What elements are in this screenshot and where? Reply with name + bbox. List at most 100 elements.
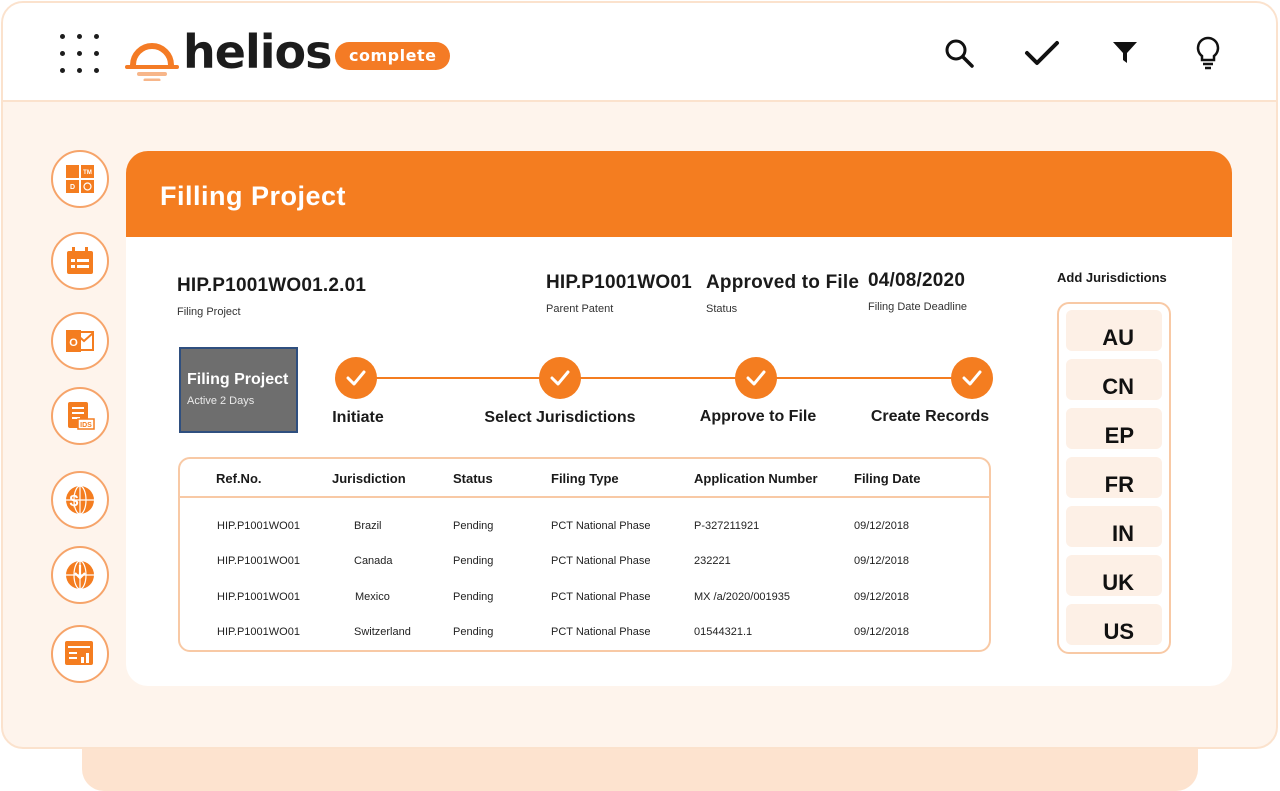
- ids-document-icon: IDS: [68, 402, 95, 430]
- cell-application-number: 232221: [694, 555, 731, 567]
- progress-line: [356, 377, 972, 379]
- cell-filing-type: PCT National Phase: [551, 626, 651, 638]
- svg-text:TM: TM: [83, 170, 92, 176]
- col-status[interactable]: Status: [453, 471, 493, 486]
- status-value: Approved to File: [706, 272, 860, 293]
- top-bar: helios complete: [3, 3, 1276, 102]
- parent-patent-label: Parent Patent: [546, 303, 614, 315]
- calendar-icon: [67, 247, 93, 274]
- jurisdictions-list: AU CN EP FR IN UK US: [1057, 302, 1171, 654]
- outlook-icon: O: [66, 330, 94, 352]
- globe-download-icon: [66, 560, 94, 590]
- table-row[interactable]: HIP.P1001WO01 Mexico Pending PCT Nationa…: [180, 583, 989, 613]
- step-jurisdictions-check-icon[interactable]: [539, 357, 581, 399]
- svg-text:D: D: [70, 184, 75, 191]
- col-filing-type[interactable]: Filing Type: [551, 471, 619, 486]
- cell-filing-type: PCT National Phase: [551, 591, 651, 603]
- filing-project-card: Filling Project HIP.P1001WO01.2.01 Filin…: [126, 151, 1232, 686]
- cell-jurisdiction: Switzerland: [354, 626, 411, 638]
- cell-filing-type: PCT National Phase: [551, 555, 651, 567]
- sidebar-item-outlook[interactable]: O: [51, 312, 109, 370]
- active-project-badge[interactable]: Filing Project Active 2 Days: [179, 347, 298, 433]
- active-duration: Active 2 Days: [187, 395, 255, 407]
- cell-status: Pending: [453, 520, 494, 532]
- report-chart-icon: [65, 641, 93, 665]
- parent-patent[interactable]: HIP.P1001WO01: [546, 272, 692, 294]
- step-records-check-icon[interactable]: [951, 357, 993, 399]
- svg-text:IDS: IDS: [80, 422, 92, 429]
- sidebar-item-calendar[interactable]: [51, 232, 109, 290]
- step-label-initiate: Initiate: [332, 409, 384, 426]
- table-row[interactable]: HIP.P1001WO01 Canada Pending PCT Nationa…: [180, 547, 989, 577]
- edition-badge: complete: [335, 42, 451, 70]
- jurisdiction-uk[interactable]: UK: [1066, 555, 1162, 596]
- cell-filing-date: 09/12/2018: [854, 591, 910, 603]
- card-header: Filling Project: [126, 151, 1232, 237]
- jurisdiction-table: Ref.No. Jurisdiction Status Filing Type …: [178, 457, 991, 652]
- cell-jurisdiction: Brazil: [354, 520, 382, 532]
- jurisdiction-us[interactable]: US: [1066, 604, 1162, 645]
- project-id-field: HIP.P1001WO01.2.01 Filing Project: [177, 275, 366, 318]
- jurisdiction-cn[interactable]: CN: [1066, 359, 1162, 400]
- cell-ref-no: HIP.P1001WO01: [217, 591, 300, 603]
- table-row[interactable]: HIP.P1001WO01 Brazil Pending PCT Nationa…: [180, 512, 989, 542]
- cell-application-number: P-327211921: [694, 520, 760, 532]
- cell-status: Pending: [453, 555, 494, 567]
- trademark-grid-icon: TM D: [66, 165, 94, 193]
- step-approve-check-icon[interactable]: [735, 357, 777, 399]
- lamp-logo-icon: [125, 43, 179, 81]
- svg-text:O: O: [69, 337, 78, 349]
- lightbulb-icon[interactable]: [1188, 33, 1228, 73]
- cell-ref-no: HIP.P1001WO01: [217, 555, 300, 567]
- project-id: HIP.P1001WO01.2.01: [177, 275, 367, 296]
- cell-filing-date: 09/12/2018: [854, 520, 910, 532]
- cell-status: Pending: [453, 626, 494, 638]
- step-label-approve: Approve to File: [699, 408, 817, 425]
- cell-filing-date: 09/12/2018: [854, 555, 910, 567]
- col-ref-no[interactable]: Ref.No.: [216, 471, 262, 486]
- table-row[interactable]: HIP.P1001WO01 Switzerland Pending PCT Na…: [180, 618, 989, 648]
- app-window: helios complete TM D O IDS $ Filling Pro…: [1, 1, 1278, 749]
- status-field: Approved to File Status: [706, 272, 859, 315]
- app-grid-menu-icon[interactable]: [58, 32, 102, 76]
- sidebar-item-globe[interactable]: [51, 546, 109, 604]
- jurisdiction-au[interactable]: AU: [1066, 310, 1162, 351]
- deadline-label: Filing Date Deadline: [868, 301, 968, 313]
- deadline-value: 04/08/2020: [868, 270, 966, 291]
- filter-icon[interactable]: [1105, 33, 1145, 73]
- col-jurisdiction[interactable]: Jurisdiction: [332, 471, 406, 486]
- project-id-label: Filing Project: [177, 306, 241, 318]
- step-label-jurisdictions: Select Jurisdictions: [484, 409, 636, 426]
- sidebar-item-trademark[interactable]: TM D: [51, 150, 109, 208]
- sidebar-item-reports[interactable]: [51, 625, 109, 683]
- step-initiate-check-icon[interactable]: [335, 357, 377, 399]
- cell-application-number: MX /a/2020/001935: [694, 591, 791, 603]
- jurisdiction-fr[interactable]: FR: [1066, 457, 1162, 498]
- cell-ref-no: HIP.P1001WO01: [217, 520, 300, 532]
- add-jurisdictions-title: Add Jurisdictions: [1057, 270, 1167, 285]
- jurisdiction-in[interactable]: IN: [1066, 506, 1162, 547]
- cell-status: Pending: [453, 591, 494, 603]
- step-label-records: Create Records: [870, 408, 990, 425]
- svg-text:$: $: [70, 493, 79, 510]
- deadline-field: 04/08/2020 Filing Date Deadline: [868, 270, 967, 313]
- cell-filing-date: 09/12/2018: [854, 626, 910, 638]
- helios-logo[interactable]: helios complete: [125, 23, 455, 83]
- parent-patent-field: HIP.P1001WO01 Parent Patent: [546, 272, 692, 315]
- page-title: Filling Project: [160, 181, 347, 211]
- search-icon[interactable]: [939, 33, 979, 73]
- cell-ref-no: HIP.P1001WO01: [217, 626, 300, 638]
- brand-name: helios: [183, 25, 332, 79]
- col-application-number[interactable]: Application Number: [694, 471, 818, 486]
- status-label: Status: [706, 303, 738, 315]
- currency-globe-icon: $: [66, 485, 94, 515]
- cell-filing-type: PCT National Phase: [551, 520, 651, 532]
- sidebar-item-ids[interactable]: IDS: [51, 387, 109, 445]
- check-icon[interactable]: [1022, 33, 1062, 73]
- cell-jurisdiction: Mexico: [355, 591, 390, 603]
- cell-jurisdiction: Canada: [354, 555, 393, 567]
- sidebar-item-currency[interactable]: $: [51, 471, 109, 529]
- col-filing-date[interactable]: Filing Date: [854, 471, 920, 486]
- jurisdiction-ep[interactable]: EP: [1066, 408, 1162, 449]
- active-title: Filing Project: [187, 371, 289, 388]
